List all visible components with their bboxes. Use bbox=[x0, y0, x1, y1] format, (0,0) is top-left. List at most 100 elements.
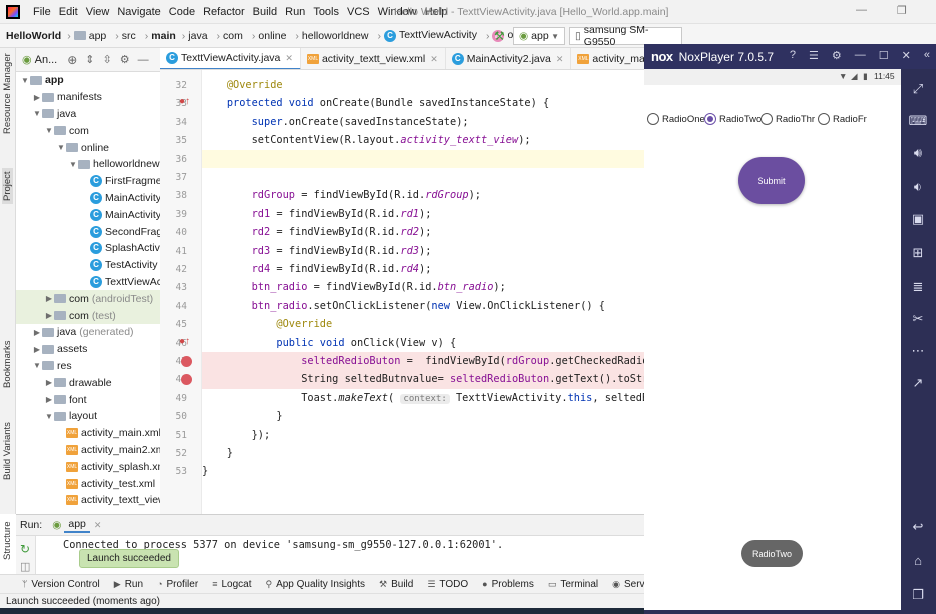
breadcrumb-com[interactable]: com bbox=[223, 30, 246, 42]
help-icon[interactable]: ? bbox=[790, 49, 796, 62]
chevron-down-icon[interactable]: ▼ bbox=[56, 143, 66, 152]
chevron-right-icon[interactable]: ▶ bbox=[44, 311, 54, 320]
code-line[interactable]: public void onClick(View v) { bbox=[202, 334, 644, 352]
minimize-icon[interactable]: — bbox=[855, 49, 866, 62]
resource-manager-tab[interactable]: Resource Manager bbox=[2, 53, 13, 134]
locate-icon[interactable]: ⊕ bbox=[67, 53, 77, 67]
code-line[interactable]: btn_radio.setOnClickListener(new View.On… bbox=[202, 297, 644, 315]
recent-apps-icon[interactable]: ❐ bbox=[908, 587, 928, 603]
tree-item[interactable]: ▼ helloworldnew bbox=[16, 156, 160, 173]
tree-item[interactable]: XML activity_main.xml bbox=[16, 425, 160, 442]
tool-button-problems[interactable]: ● Problems bbox=[482, 579, 534, 590]
back-icon[interactable]: ↩ bbox=[908, 519, 928, 535]
submit-button[interactable]: Submit bbox=[738, 157, 805, 204]
tree-item[interactable]: ▶ java (generated) bbox=[16, 324, 134, 341]
tree-item[interactable]: XMLactivity_textt_view.xml bbox=[16, 492, 160, 509]
tree-item[interactable]: ▼ com bbox=[16, 122, 89, 139]
tree-item[interactable]: ▶ font bbox=[16, 391, 87, 408]
editor-tab[interactable]: C MainActivity2.java ✕ bbox=[446, 48, 572, 69]
tool-button-build[interactable]: ⚒ Build bbox=[379, 579, 413, 590]
menu-item-file[interactable]: File bbox=[29, 6, 55, 18]
screen-icon[interactable]: ▣ bbox=[908, 211, 928, 227]
settings-icon[interactable]: ⚙ bbox=[832, 49, 842, 62]
restore-icon[interactable]: ❐ bbox=[897, 4, 907, 17]
tool-button-app-quality-insights[interactable]: ⚲ App Quality Insights bbox=[265, 579, 365, 590]
code-line[interactable]: rd1 = findViewById(R.id.rd1); bbox=[202, 205, 644, 223]
chevron-right-icon[interactable]: ▶ bbox=[32, 328, 42, 337]
menu-icon[interactable]: ☰ bbox=[809, 49, 819, 62]
close-tab-icon[interactable]: ✕ bbox=[285, 53, 293, 64]
radio-button[interactable]: RadioFr bbox=[818, 113, 867, 125]
share-icon[interactable]: ↗ bbox=[908, 375, 928, 391]
breadcrumb-class[interactable]: C TexttViewActivity bbox=[383, 29, 480, 42]
menu-item-code[interactable]: Code bbox=[165, 6, 199, 18]
override-marker-icon[interactable]: ●↑ bbox=[179, 96, 190, 107]
collapse-all-icon[interactable]: ⇳ bbox=[103, 53, 112, 66]
close-tab-icon[interactable]: ✕ bbox=[556, 54, 564, 65]
code-line[interactable]: super.onCreate(savedInstanceState); bbox=[202, 113, 644, 131]
code-line[interactable] bbox=[202, 168, 644, 186]
tree-item[interactable]: ▶ com (androidTest) bbox=[16, 290, 160, 308]
home-icon[interactable]: ⌂ bbox=[908, 553, 928, 568]
tree-item[interactable]: ▶ com (test) bbox=[16, 307, 160, 324]
camera-icon[interactable]: ◫ bbox=[20, 560, 30, 573]
code-line[interactable]: protected void onCreate(Bundle savedInst… bbox=[202, 94, 644, 112]
run-config-tab[interactable]: app bbox=[64, 518, 90, 533]
code-line[interactable]: btn_radio = findViewById(R.id.btn_radio)… bbox=[202, 278, 644, 296]
menu-item-run[interactable]: Run bbox=[281, 6, 309, 18]
chevron-down-icon[interactable]: ▼ bbox=[32, 109, 42, 118]
multi-instance-icon[interactable]: ≣ bbox=[908, 279, 928, 295]
chevron-right-icon[interactable]: ▶ bbox=[44, 395, 54, 404]
build-variants-tab[interactable]: Build Variants bbox=[2, 422, 13, 480]
expand-all-icon[interactable]: ⇕ bbox=[85, 53, 94, 66]
tree-item[interactable]: XML activity_main2.xml bbox=[16, 442, 160, 459]
code-line[interactable]: } bbox=[202, 444, 644, 462]
tool-button-todo[interactable]: ☰ TODO bbox=[427, 579, 468, 590]
close-tab-icon[interactable]: ✕ bbox=[430, 54, 438, 65]
breadcrumb-java[interactable]: java bbox=[188, 30, 210, 42]
tree-item[interactable]: ▼ layout bbox=[16, 408, 97, 425]
editor-tab[interactable]: XML activity_textt_view.xml ✕ bbox=[301, 48, 446, 69]
chevron-right-icon[interactable]: ▶ bbox=[32, 345, 42, 354]
tool-button-logcat[interactable]: ≡ Logcat bbox=[212, 579, 251, 590]
keyboard-icon[interactable]: ⌨ bbox=[908, 113, 928, 129]
menu-item-build[interactable]: Build bbox=[249, 6, 281, 18]
more-icon[interactable]: ⋯ bbox=[908, 343, 928, 359]
chevron-down-icon[interactable]: ▼ bbox=[44, 412, 54, 421]
code-line[interactable]: String seltedButnvalue= seltedRedioButon… bbox=[202, 370, 644, 389]
code-line[interactable]: }); bbox=[202, 426, 644, 444]
tree-item[interactable]: ▼ res bbox=[16, 358, 72, 375]
breadcrumb-app[interactable]: app bbox=[73, 30, 110, 42]
apk-install-icon[interactable]: ⊞ bbox=[908, 245, 928, 261]
tree-item[interactable]: ▶ drawable bbox=[16, 374, 112, 391]
volume-up-icon[interactable]: 🔊︎ bbox=[908, 145, 928, 161]
tree-item[interactable]: CTexttViewActi bbox=[16, 274, 160, 291]
hide-panel-icon[interactable]: — bbox=[138, 54, 149, 66]
editor-tab[interactable]: XMLactivity_main2.xml✕ bbox=[571, 48, 644, 69]
code-line[interactable]: @Override bbox=[202, 76, 644, 94]
menu-item-navigate[interactable]: Navigate bbox=[113, 6, 164, 18]
chevron-right-icon[interactable]: ▶ bbox=[44, 294, 54, 303]
tree-item[interactable]: XML activity_splash.xml bbox=[16, 458, 160, 475]
tree-item[interactable]: CSplashActivity bbox=[16, 240, 160, 257]
code-line[interactable] bbox=[202, 149, 644, 168]
tree-item[interactable]: ▼ online bbox=[16, 139, 109, 156]
maximize-icon[interactable]: ☐ bbox=[879, 49, 889, 62]
fullscreen-icon[interactable]: ⤢ bbox=[908, 81, 928, 97]
code-line[interactable]: seltedRedioButon = findViewById(rdGroup.… bbox=[202, 352, 644, 371]
tool-button-profiler[interactable]: ◔ Profiler bbox=[157, 579, 198, 590]
breadcrumb-src[interactable]: src bbox=[122, 30, 139, 42]
radio-button[interactable]: RadioOne bbox=[647, 113, 705, 125]
chevron-right-icon[interactable]: ▶ bbox=[32, 93, 42, 102]
code-line[interactable]: setContentView(R.layout.activity_textt_v… bbox=[202, 131, 644, 149]
code-line[interactable]: rdGroup = findViewById(R.id.rdGroup); bbox=[202, 186, 644, 204]
menu-item-vcs[interactable]: VCS bbox=[343, 6, 374, 18]
project-tab[interactable]: Project bbox=[2, 168, 13, 204]
breadcrumb-package[interactable]: helloworldnew bbox=[302, 30, 372, 42]
bookmarks-tab[interactable]: Bookmarks bbox=[2, 340, 13, 388]
close-icon[interactable]: ✕ bbox=[94, 520, 102, 531]
tree-item[interactable]: C TestActivity bbox=[16, 257, 158, 274]
code-line[interactable]: } bbox=[202, 407, 644, 425]
chevron-down-icon[interactable]: ▼ bbox=[20, 76, 30, 85]
breadcrumb-main[interactable]: main bbox=[151, 30, 176, 42]
